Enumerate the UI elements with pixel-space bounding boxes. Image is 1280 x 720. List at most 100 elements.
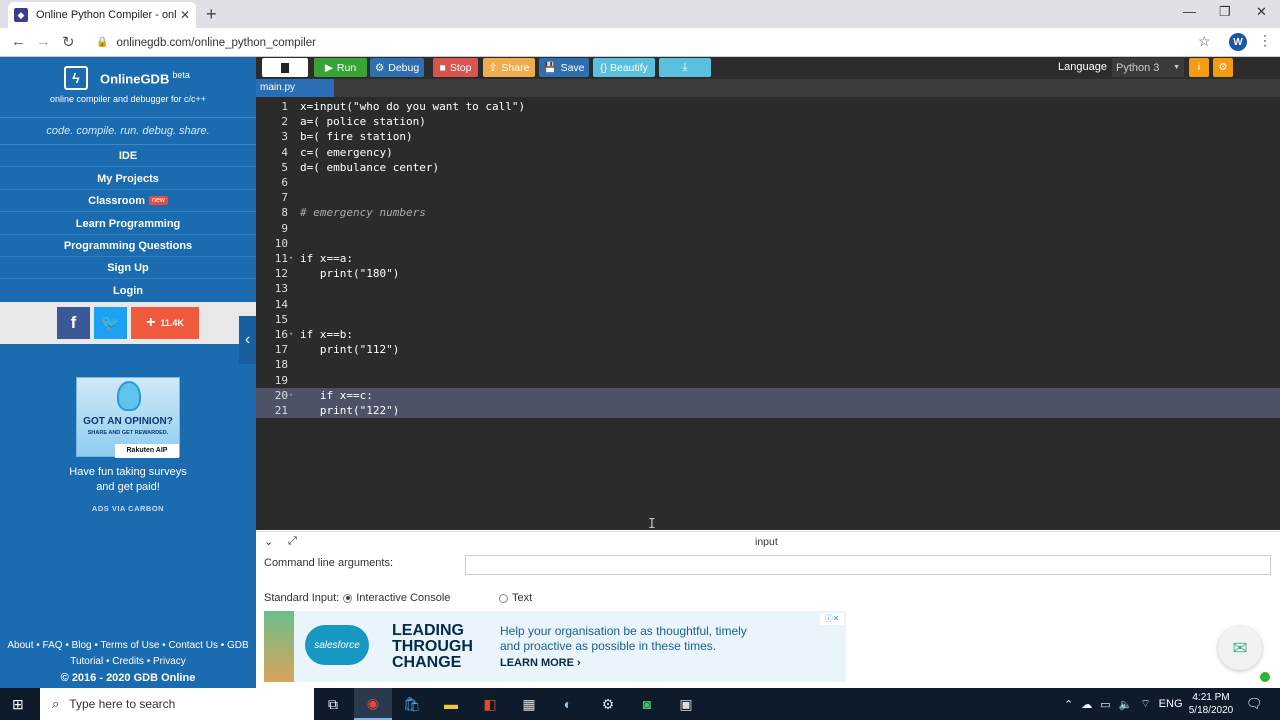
carbon-ad[interactable]: GOT AN OPINION? SHARE AND GET REWARDED. … <box>0 367 256 517</box>
code-line[interactable]: 19 <box>256 373 1280 388</box>
reload-icon[interactable]: ↻ <box>62 33 75 51</box>
code-line[interactable]: 20 ▾ if x==c: <box>256 387 1280 403</box>
code-line[interactable]: 12 print("180") <box>256 266 1280 281</box>
fold-arrow-icon[interactable]: ▾ <box>289 327 293 342</box>
code-line[interactable]: 6 <box>256 175 1280 190</box>
language-indicator[interactable]: ENG <box>1159 698 1183 710</box>
bookmark-star-icon[interactable]: ☆ <box>1198 33 1211 50</box>
fold-arrow-icon[interactable]: ▾ <box>289 251 293 266</box>
ad-close-icon[interactable]: ⓘ✕ <box>820 613 844 625</box>
file-tab-main-py[interactable]: main.py <box>256 79 334 97</box>
code-line[interactable]: 9 <box>256 221 1280 236</box>
stop-button[interactable]: ■ Stop <box>433 58 478 77</box>
cloud-icon[interactable]: ☁ <box>1081 698 1092 711</box>
app-icon[interactable]: ▣ <box>667 688 705 720</box>
sidebar-item-ide[interactable]: IDE <box>0 145 256 167</box>
code-line[interactable]: 17 print("112") <box>256 342 1280 357</box>
footer-links[interactable]: About • FAQ • Blog • Terms of Use • Cont… <box>0 638 256 654</box>
minimize-button[interactable]: — <box>1183 4 1196 19</box>
expand-icon[interactable]: ⤢ <box>288 535 297 548</box>
window-close-button[interactable]: ✕ <box>1256 4 1267 20</box>
collapse-sidebar-chevron-icon[interactable]: ‹ <box>239 316 256 364</box>
camtasia-icon[interactable]: ◙ <box>628 688 666 720</box>
twitter-share-button[interactable]: 🐦 <box>94 307 127 339</box>
sidebar-item-learn-programming[interactable]: Learn Programming <box>0 213 256 235</box>
office-icon[interactable]: ◧ <box>471 688 509 720</box>
sidebar-item-sign-up[interactable]: Sign Up <box>0 257 256 279</box>
interactive-console-label[interactable]: Interactive Console <box>356 592 450 604</box>
language-select[interactable]: Python 3 ▼ <box>1112 58 1184 77</box>
restore-button[interactable]: ❐ <box>1219 4 1231 20</box>
download-button[interactable]: ⤓ <box>659 58 711 77</box>
browser-tab[interactable]: ◆ Online Python Compiler - online ✕ <box>8 2 196 28</box>
browser-menu-icon[interactable]: ⋮ <box>1258 32 1272 49</box>
ad-image[interactable]: GOT AN OPINION? SHARE AND GET REWARDED. … <box>76 377 180 458</box>
ads-via-carbon-link[interactable]: ADS VIA CARBON <box>0 504 256 513</box>
code-line[interactable]: 2 a=( police station) <box>256 114 1280 129</box>
code-line[interactable]: 4 c=( emergency) <box>256 145 1280 160</box>
file-explorer-icon[interactable]: ▬ <box>432 688 470 720</box>
network-icon[interactable]: ▭ <box>1100 698 1110 711</box>
clock[interactable]: 4:21 PM 5/18/2020 <box>1186 691 1236 717</box>
code-line[interactable]: 7 <box>256 190 1280 205</box>
code-line[interactable]: 15 <box>256 312 1280 327</box>
learn-more-link[interactable]: LEARN MORE › <box>500 657 581 669</box>
code-line[interactable]: 16 ▾ if x==b: <box>256 327 1280 342</box>
settings-icon[interactable]: ⚙ <box>589 688 627 720</box>
chevron-up-icon[interactable]: ⌃ <box>1064 698 1073 711</box>
cmd-args-input[interactable] <box>465 555 1271 575</box>
sidebar-item-login[interactable]: Login <box>0 280 256 302</box>
windows-start-icon[interactable]: ⊞ <box>12 696 24 713</box>
task-view-icon[interactable]: ⧉ <box>314 688 352 720</box>
forward-icon[interactable]: → <box>36 33 51 50</box>
run-button[interactable]: ▶ Run <box>314 58 367 77</box>
settings-gear-icon[interactable]: ⚙ <box>1213 58 1233 77</box>
sidebar-item-programming-questions[interactable]: Programming Questions <box>0 235 256 257</box>
windows-taskbar: ⊞ ⌕ Type here to search ⧉ ◉ 🛍 ▬ ◧ ▦ ◐ ⚙ … <box>0 688 1280 720</box>
interactive-console-radio[interactable] <box>343 593 353 603</box>
code-line[interactable]: 5 d=( embulance center) <box>256 160 1280 175</box>
code-editor[interactable]: 1 x=input("who do you want to call") 2 a=( … <box>256 97 1280 532</box>
code-line[interactable]: 11 ▾ if x==a: <box>256 251 1280 266</box>
code-line[interactable]: 14 <box>256 297 1280 312</box>
sidebar-item-classroom[interactable]: Classroom new <box>0 190 256 212</box>
code-line[interactable]: 13 <box>256 281 1280 296</box>
beautify-button[interactable]: {} Beautify <box>593 58 655 77</box>
new-tab-button[interactable]: + <box>206 4 217 25</box>
chrome-icon[interactable]: ◉ <box>354 688 392 720</box>
text-label[interactable]: Text <box>512 592 532 604</box>
debug-button[interactable]: ⚙ Debug <box>370 58 424 77</box>
save-button[interactable]: 💾 Save <box>539 58 589 77</box>
tab-close-icon[interactable]: ✕ <box>180 8 190 22</box>
ad-text[interactable]: Have fun taking surveys and get paid! <box>0 465 256 495</box>
new-file-button[interactable] <box>262 58 308 77</box>
profile-avatar[interactable]: W <box>1229 33 1247 51</box>
footer-links[interactable]: Tutorial • Credits • Privacy <box>0 654 256 670</box>
code-line[interactable]: 18 <box>256 357 1280 372</box>
volume-icon[interactable]: 🔈 <box>1119 698 1133 711</box>
code-line[interactable]: 10 <box>256 236 1280 251</box>
calculator-icon[interactable]: ▦ <box>510 688 548 720</box>
store-icon[interactable]: 🛍 <box>393 688 431 720</box>
text-radio[interactable] <box>499 593 508 603</box>
wifi-icon[interactable]: ⌔ <box>1140 697 1150 711</box>
share-button[interactable]: ⇪ Share <box>483 58 535 77</box>
notification-icon[interactable]: 🗨 <box>1246 696 1263 712</box>
mail-feedback-button[interactable]: ✉ <box>1218 626 1262 670</box>
back-icon[interactable]: ← <box>11 33 26 50</box>
steam-icon[interactable]: ◐ <box>549 688 587 720</box>
collapse-chevron-icon[interactable]: ⌄ <box>264 535 273 548</box>
code-line[interactable]: 8 # emergency numbers <box>256 205 1280 220</box>
url-field[interactable]: 🔒 onlinegdb.com/online_python_compiler <box>86 31 1221 54</box>
info-icon[interactable]: i <box>1189 58 1209 77</box>
code-line[interactable]: 1 x=input("who do you want to call") <box>256 99 1280 114</box>
taskbar-search-box[interactable]: ⌕ Type here to search <box>40 688 314 720</box>
salesforce-ad-banner[interactable]: salesforce LEADING THROUGH CHANGE Help y… <box>264 611 846 682</box>
brand-header[interactable]: ϟ OnlineGDB beta online compiler and debu… <box>0 57 256 112</box>
sidebar-item-my-projects[interactable]: My Projects <box>0 168 256 190</box>
code-line[interactable]: 3 b=( fire station) <box>256 129 1280 144</box>
more-share-button[interactable]: +11.4K <box>131 307 199 339</box>
facebook-share-button[interactable]: f <box>57 307 90 339</box>
code-line[interactable]: 21 print("122") <box>256 403 1280 419</box>
fold-arrow-icon[interactable]: ▾ <box>289 388 293 403</box>
